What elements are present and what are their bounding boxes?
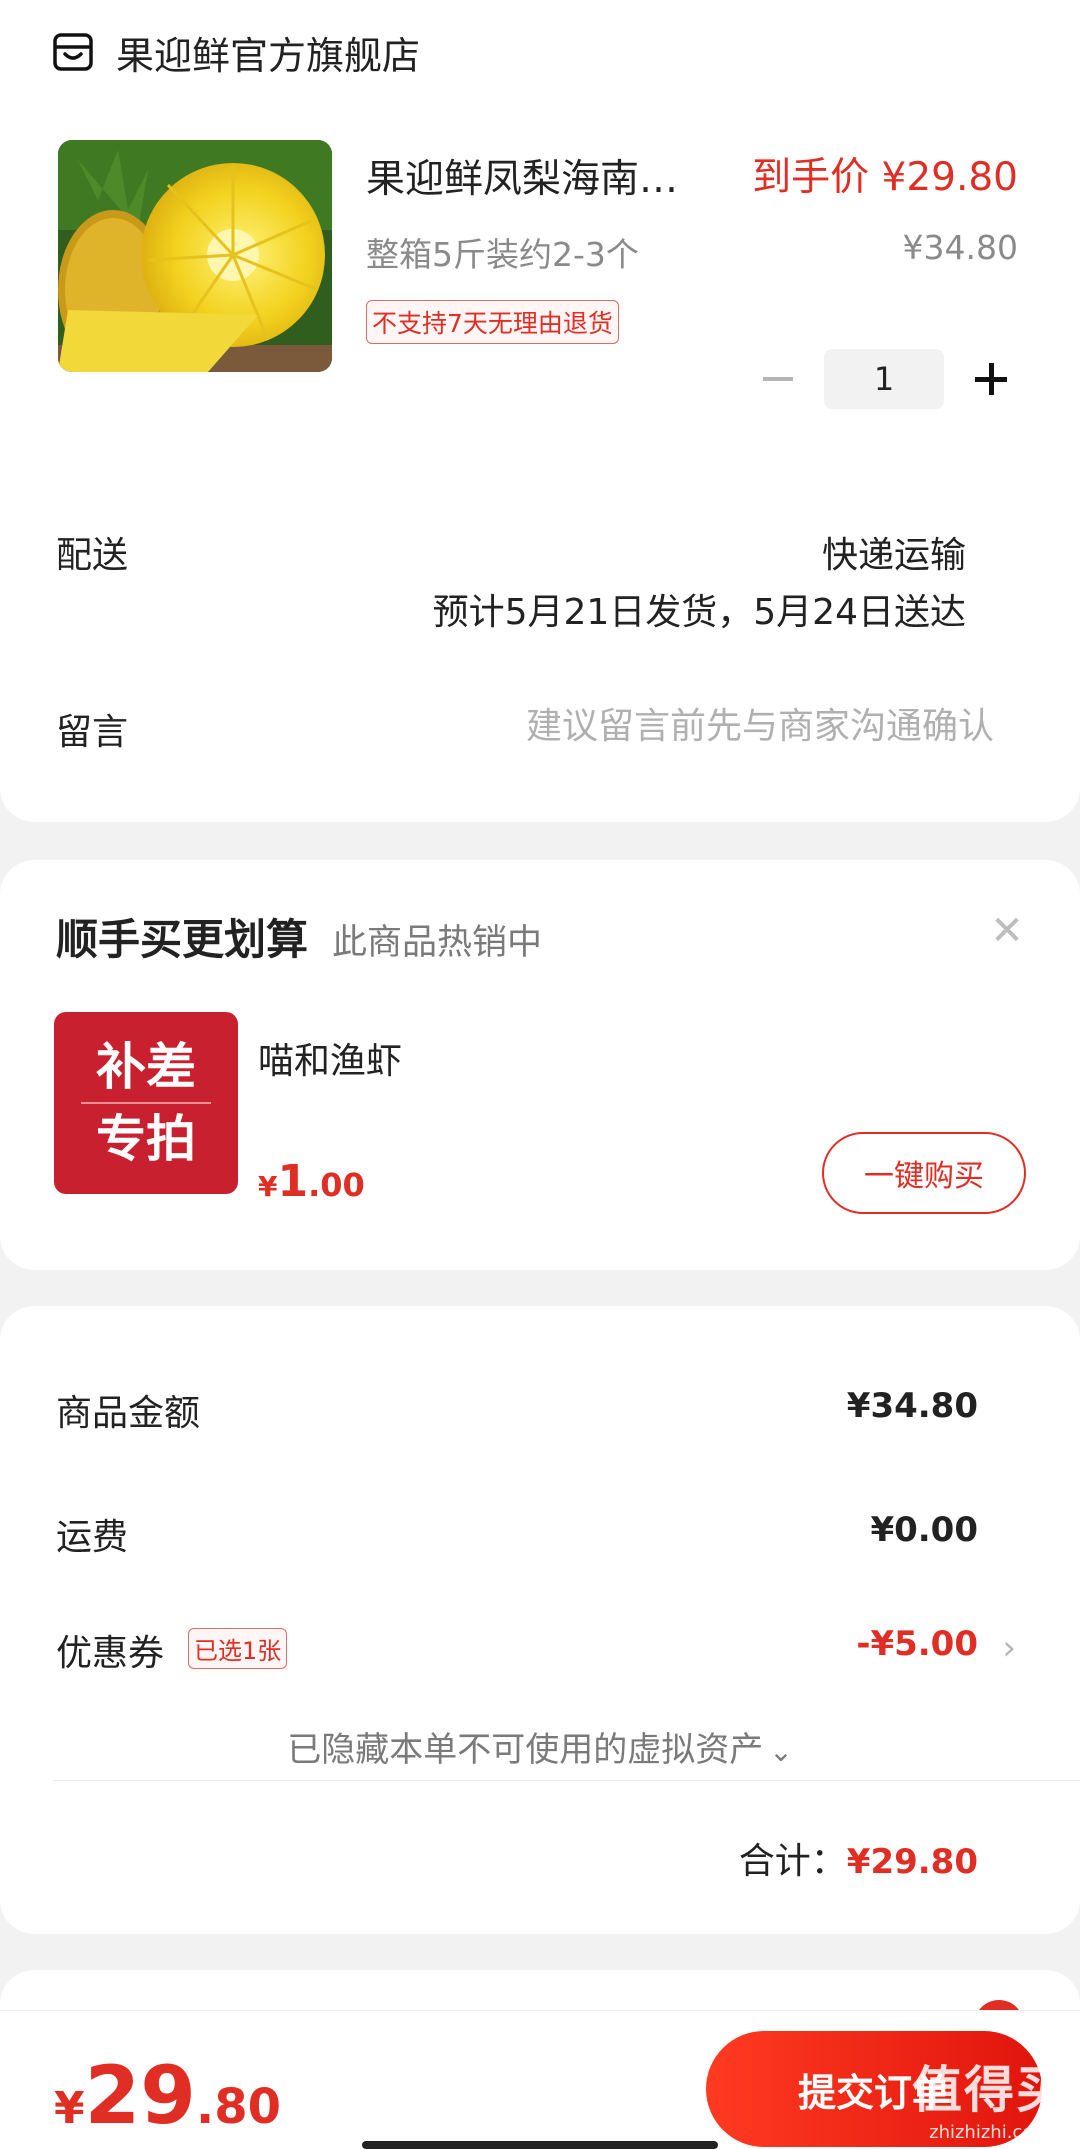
- store-name: 果迎鲜官方旗舰店: [116, 33, 421, 78]
- pay-amount-decimal: .80: [195, 2079, 281, 2135]
- pay-currency: ¥: [54, 2083, 85, 2134]
- message-input[interactable]: [400, 698, 994, 754]
- no-return-tag: 不支持7天无理由退货: [366, 300, 619, 344]
- checkout-bar: ¥29.80 提交订单 值得买 zhizhizhi.com: [0, 2010, 1080, 2149]
- upsell-item-price: ¥1.00: [258, 1156, 365, 1207]
- order-card: 果迎鲜官方旗舰店 果迎鲜凤梨海南… 到手价 ¥29.80 整箱5斤装约2-3个 …: [0, 0, 1080, 822]
- delivery-label: 配送: [56, 535, 129, 576]
- watermark-url: zhizhizhi.com: [929, 2122, 1051, 2143]
- one-click-buy-button[interactable]: 一键购买: [822, 1132, 1026, 1214]
- pay-amount-integer: 29: [84, 2049, 196, 2142]
- goods-amount-value: ¥34.80: [846, 1386, 978, 1426]
- chevron-down-icon: ⌄: [769, 1735, 793, 1768]
- chevron-right-icon[interactable]: ›: [1002, 1628, 1016, 1668]
- watermark-logo: 值得买: [912, 2061, 1068, 2119]
- coupon-label[interactable]: 优惠券: [56, 1624, 164, 1676]
- order-total: 合计：¥29.80: [739, 1832, 978, 1884]
- message-label: 留言: [56, 712, 129, 753]
- total-label: 合计：: [738, 1841, 847, 1882]
- upsell-item-name[interactable]: 喵和渔虾: [258, 1032, 402, 1084]
- price-currency: ¥: [258, 1170, 278, 1203]
- coupon-value[interactable]: -¥5.00: [856, 1624, 978, 1664]
- upsell-title: 顺手买更划算: [56, 915, 309, 964]
- price-decimal: .00: [308, 1166, 365, 1204]
- upsell-item-image[interactable]: 补差 专拍: [54, 1012, 238, 1194]
- hidden-assets-toggle[interactable]: 已隐藏本单不可使用的虚拟资产 ⌄: [0, 1722, 1080, 1771]
- quantity-value[interactable]: 1: [824, 349, 944, 409]
- delivery-estimate: 预计5月21日发货，5月24日送达: [432, 592, 966, 633]
- shipping-fee-value: ¥0.00: [870, 1510, 978, 1550]
- product-title[interactable]: 果迎鲜凤梨海南…: [366, 148, 678, 204]
- product-spec[interactable]: 整箱5斤装约2-3个: [366, 228, 639, 276]
- thumb-divider: [81, 1102, 211, 1104]
- quantity-stepper: 1: [748, 349, 1020, 409]
- total-value: ¥29.80: [846, 1842, 978, 1882]
- store-icon: [53, 33, 93, 71]
- thumb-text-line2: 专拍: [96, 1110, 196, 1168]
- upsell-subtitle: 此商品热销中: [332, 923, 543, 963]
- thumb-text-line1: 补差: [96, 1038, 196, 1096]
- hidden-assets-text: 已隐藏本单不可使用的虚拟资产: [287, 1730, 764, 1770]
- decrease-button[interactable]: [748, 349, 808, 409]
- original-price: ¥34.80: [902, 228, 1018, 267]
- minus-icon: [763, 377, 793, 381]
- product-image[interactable]: [58, 140, 332, 372]
- price-integer: 1: [277, 1156, 309, 1207]
- coupon-selected-tag: 已选1张: [188, 1628, 288, 1669]
- upsell-card: 顺手买更划算 此商品热销中 ✕ 补差 专拍 喵和渔虾 ¥1.00 一键购买: [0, 860, 1080, 1270]
- pay-amount: ¥29.80: [54, 2049, 281, 2142]
- store-header[interactable]: 果迎鲜官方旗舰店: [52, 22, 420, 82]
- divider: [54, 1780, 1080, 1781]
- home-indicator[interactable]: [362, 2141, 718, 2149]
- final-price: 到手价 ¥29.80: [752, 155, 1018, 200]
- shipping-fee-label: 运费: [56, 1517, 129, 1558]
- goods-amount-label: 商品金额: [56, 1393, 201, 1434]
- increase-button[interactable]: [960, 349, 1020, 409]
- watermark: 值得买 zhizhizhi.com: [912, 2050, 1068, 2143]
- delivery-method: 快递运输: [821, 535, 966, 576]
- summary-card: 商品金额 ¥34.80 运费 ¥0.00 优惠券 已选1张 -¥5.00 › 已…: [0, 1306, 1080, 1934]
- close-icon[interactable]: ✕: [982, 906, 1032, 956]
